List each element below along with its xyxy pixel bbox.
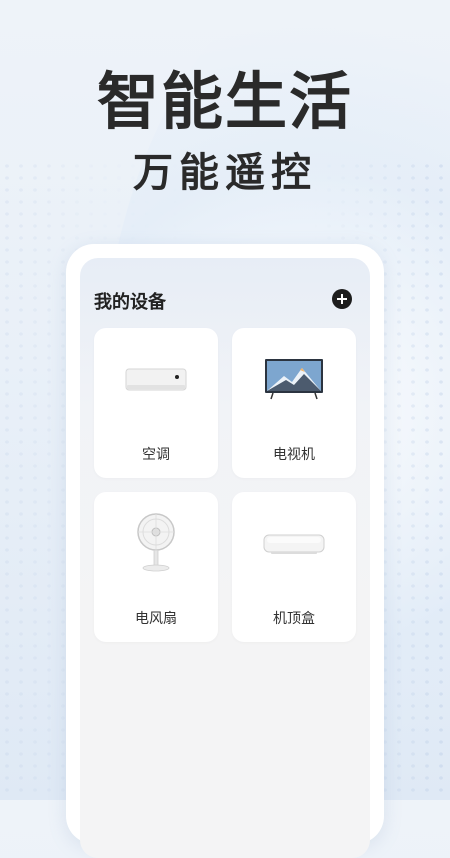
set-top-box-icon [232,514,356,574]
device-label: 机顶盒 [273,611,315,627]
device-card-set-top-box[interactable]: 机顶盒 [232,492,356,642]
air-conditioner-icon [94,350,218,410]
device-label: 空调 [142,447,170,463]
device-card-air-conditioner[interactable]: 空调 [94,328,218,478]
device-card-electric-fan[interactable]: 电风扇 [94,492,218,642]
device-card-television[interactable]: 电视机 [232,328,356,478]
app-screen: 我的设备 空调 电视机 电风扇 机顶盒 [80,258,370,858]
plus-icon [337,294,347,304]
television-icon [232,350,356,410]
phone-mockup: 我的设备 空调 电视机 电风扇 机顶盒 [66,244,384,858]
device-label: 电风扇 [135,611,177,627]
device-label: 电视机 [273,447,315,463]
hero-title: 智能生活 [96,65,353,138]
add-device-button[interactable] [332,289,352,309]
my-devices-title: 我的设备 [94,292,166,313]
electric-fan-icon [94,510,218,574]
hero-subtitle: 万能遥控 [133,150,317,196]
